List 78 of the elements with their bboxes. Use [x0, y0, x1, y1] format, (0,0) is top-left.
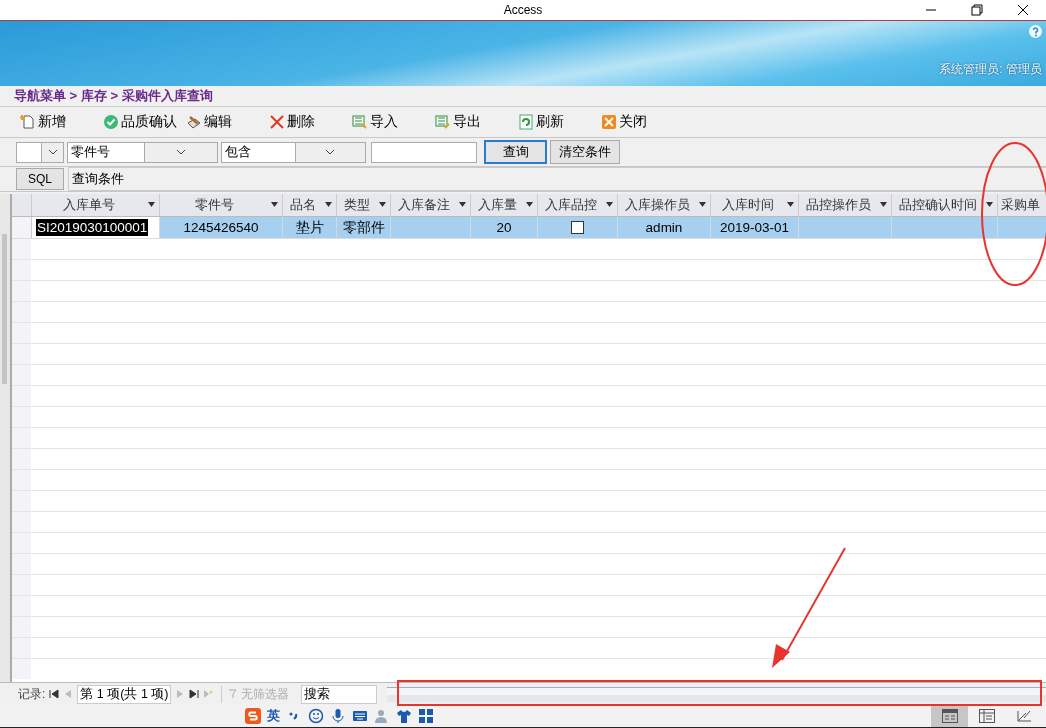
keyboard-icon[interactable] — [352, 708, 368, 724]
toolbar-button[interactable]: 关闭 — [601, 113, 684, 131]
toolbar-button[interactable]: 品质确认 — [103, 113, 186, 131]
selected-text: SI2019030100001 — [36, 219, 149, 236]
dropdown-caret-icon[interactable] — [880, 202, 887, 207]
query-button[interactable]: 查询 — [484, 140, 547, 164]
spreadsheet-import-icon — [352, 114, 368, 130]
design-view-icon — [1015, 709, 1032, 723]
toolbar-button[interactable]: 编辑 — [186, 113, 269, 131]
toolbar-button[interactable]: 导入 — [352, 113, 435, 131]
record-position-field[interactable]: 第 1 项(共 1 项) — [77, 684, 172, 704]
first-record-icon[interactable] — [49, 689, 60, 699]
dropdown-caret-icon[interactable] — [271, 202, 278, 207]
search-box[interactable]: 搜索 — [301, 684, 378, 704]
window-title: Access — [503, 3, 543, 17]
table-cell: admin — [618, 217, 711, 238]
column-header[interactable]: 品名 — [283, 194, 337, 216]
horizontal-scrollbar[interactable] — [387, 686, 1046, 702]
user-label: 系统管理员: 管理员 — [939, 61, 1042, 78]
column-header[interactable]: 入库备注 — [391, 194, 471, 216]
dropdown-caret-icon[interactable] — [379, 202, 386, 207]
scrollbar-thumb[interactable] — [2, 234, 7, 384]
column-header[interactable]: 品控操作员 — [799, 194, 892, 216]
smiley-icon[interactable] — [308, 708, 324, 724]
toolbar-button[interactable]: 删除 — [269, 113, 352, 131]
column-header[interactable]: 入库操作员 — [618, 194, 711, 216]
shirt-icon[interactable] — [396, 708, 412, 724]
column-header[interactable]: 采购单 — [998, 194, 1046, 216]
toolbar-button[interactable]: 导出 — [435, 113, 518, 131]
help-icon[interactable] — [1029, 25, 1042, 38]
clear-button[interactable]: 清空条件 — [550, 140, 620, 164]
refresh-icon — [518, 114, 534, 130]
ime-mode[interactable]: 英 — [267, 707, 280, 725]
last-record-icon[interactable] — [189, 689, 200, 699]
edit-pencil-icon — [186, 114, 202, 130]
check-circle-icon — [103, 114, 119, 130]
view-button[interactable] — [931, 705, 968, 727]
record-label: 记录: — [18, 685, 46, 703]
column-header[interactable]: 入库品控 — [538, 194, 618, 216]
table-cell: 1245426540 — [160, 217, 283, 238]
toolbar-button[interactable]: 新增 — [20, 113, 103, 131]
search-field[interactable] — [371, 141, 477, 163]
column-header[interactable]: 入库量 — [471, 194, 538, 216]
column-header[interactable]: 类型 — [337, 194, 391, 216]
form-view-icon — [941, 709, 958, 723]
column-header[interactable]: 零件号 — [160, 194, 283, 216]
microphone-icon[interactable] — [330, 708, 346, 724]
table-cell: 2019-03-01 — [711, 217, 799, 238]
field-dropdown[interactable]: 零件号 — [67, 141, 218, 163]
new-document-icon — [20, 114, 36, 130]
ime-logo-icon[interactable] — [245, 708, 261, 724]
table-cell: 垫片 — [283, 217, 337, 238]
column-header[interactable]: 入库单号 — [32, 194, 160, 216]
spreadsheet-export-icon — [435, 114, 451, 130]
dropdown-caret-icon[interactable] — [606, 202, 613, 207]
filter-icon — [228, 689, 239, 699]
breadcrumb: 导航菜单 > 库存 > 采购件入库查询 — [14, 87, 213, 105]
grid-icon[interactable] — [418, 708, 434, 724]
dropdown-caret-icon[interactable] — [699, 202, 706, 207]
checkbox[interactable] — [571, 221, 584, 234]
dropdown-caret-icon[interactable] — [325, 202, 332, 207]
sql-button[interactable]: SQL — [16, 168, 64, 190]
dropdown-caret-icon[interactable] — [148, 202, 155, 207]
table-cell: 零部件 — [337, 217, 391, 238]
column-header[interactable]: 品控确认时间 — [892, 194, 998, 216]
table-row[interactable]: SI2019030100001 1245426540 垫片 零部件 20 admin 2019-03-01 — [12, 217, 1046, 239]
toolbar-button[interactable]: 刷新 — [518, 113, 601, 131]
column-header[interactable]: 入库时间 — [711, 194, 799, 216]
dropdown-caret-icon[interactable] — [986, 202, 993, 207]
dropdown-caret-icon[interactable] — [787, 202, 794, 207]
close-box-icon — [601, 114, 617, 130]
dropdown-caret-icon[interactable] — [459, 202, 466, 207]
delete-cross-icon — [269, 114, 285, 130]
operator-dropdown[interactable]: 包含 — [221, 141, 366, 163]
table-cell: 20 — [471, 217, 538, 238]
table-view-icon — [978, 709, 995, 723]
dropdown-caret-icon[interactable] — [526, 202, 533, 207]
sql-field[interactable]: 查询条件 — [68, 167, 1046, 191]
